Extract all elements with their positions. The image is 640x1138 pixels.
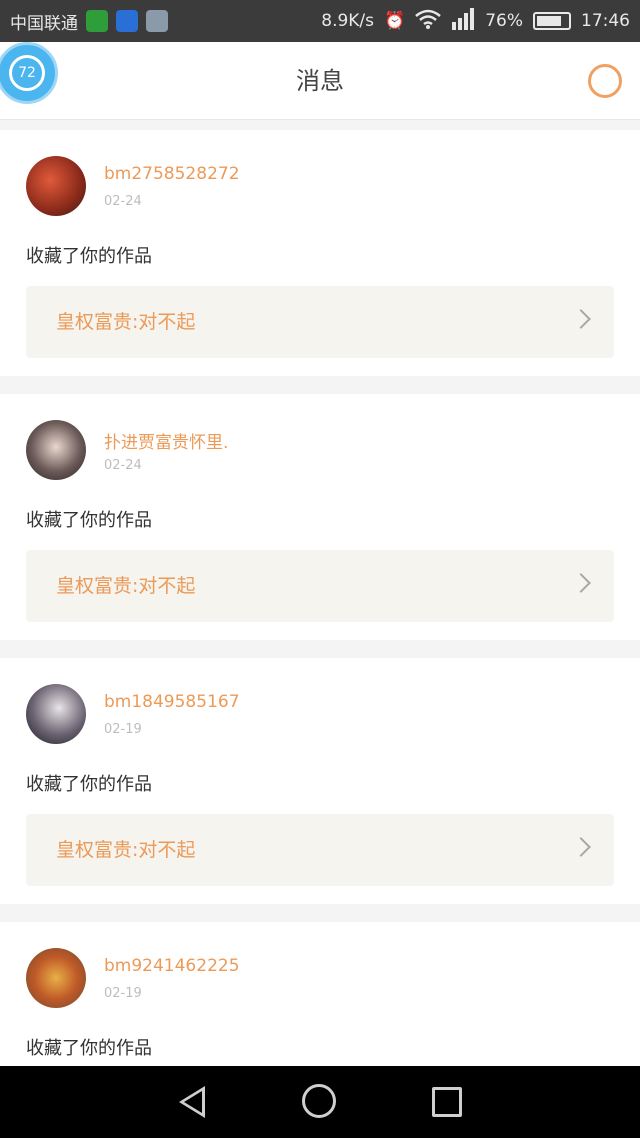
work-link[interactable]: 皇权富贵:对不起 (26, 286, 614, 358)
message-action: 收藏了你的作品 (26, 510, 152, 531)
chevron-right-icon (571, 573, 591, 593)
message-date: 02-19 (104, 722, 142, 737)
chevron-right-icon (571, 837, 591, 857)
title-bar: 消息 72 (0, 42, 640, 120)
username[interactable]: 扑进贾富贵怀里. (104, 428, 228, 453)
message-card: bm1849585167 02-19 收藏了你的作品 皇权富贵:对不起 (0, 658, 640, 904)
home-icon[interactable] (300, 1082, 340, 1122)
work-title: 皇权富贵:对不起 (56, 839, 196, 861)
carrier-label: 中国联通 (10, 13, 78, 34)
message-card: 扑进贾富贵怀里. 02-24 收藏了你的作品 皇权富贵:对不起 (0, 394, 640, 640)
message-date: 02-24 (104, 458, 142, 473)
app-green-icon (86, 10, 108, 32)
wifi-hotspot-icon (116, 10, 138, 32)
status-bar: 中国联通 8.9K/s ⏰ 76% 17:46 (0, 0, 640, 42)
back-icon[interactable] (173, 1082, 213, 1122)
search-icon[interactable] (588, 64, 622, 98)
message-action: 收藏了你的作品 (26, 774, 152, 795)
work-title: 皇权富贵:对不起 (56, 311, 196, 333)
wifi-icon (415, 9, 442, 34)
avatar[interactable] (26, 684, 86, 744)
chevron-right-icon (571, 309, 591, 329)
avatar[interactable] (26, 948, 86, 1008)
message-action: 收藏了你的作品 (26, 246, 152, 267)
signal-icon (451, 7, 475, 35)
float-ball-label: 72 (9, 55, 45, 91)
message-card: bm2758528272 02-24 收藏了你的作品 皇权富贵:对不起 (0, 130, 640, 376)
alarm-icon: ⏰ (384, 11, 406, 31)
work-title: 皇权富贵:对不起 (56, 575, 196, 597)
username[interactable]: bm1849585167 (104, 692, 240, 712)
work-link[interactable]: 皇权富贵:对不起 (26, 550, 614, 622)
battery-percent: 76% (485, 11, 523, 31)
message-date: 02-24 (104, 194, 142, 209)
message-list: bm2758528272 02-24 收藏了你的作品 皇权富贵:对不起 扑进贾富… (0, 130, 640, 1138)
network-speed: 8.9K/s (321, 11, 375, 31)
page-title: 消息 (296, 67, 344, 95)
avatar[interactable] (26, 156, 86, 216)
navigation-bar (0, 1066, 640, 1138)
clock: 17:46 (581, 11, 630, 31)
battery-icon (533, 12, 571, 30)
avatar[interactable] (26, 420, 86, 480)
work-link[interactable]: 皇权富贵:对不起 (26, 814, 614, 886)
recents-icon[interactable] (427, 1082, 467, 1122)
gallery-icon (146, 10, 168, 32)
username[interactable]: bm2758528272 (104, 164, 240, 184)
message-date: 02-19 (104, 986, 142, 1001)
username[interactable]: bm9241462225 (104, 956, 240, 976)
message-action: 收藏了你的作品 (26, 1038, 152, 1059)
